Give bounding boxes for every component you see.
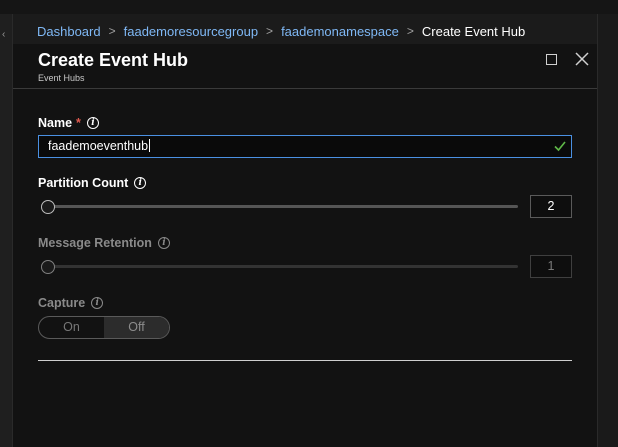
partition-count-label: Partition Count [38,176,129,190]
maximize-icon[interactable] [546,54,557,65]
name-input-value: faademoeventhub [48,139,149,153]
blade-header: Create Event Hub Event Hubs [13,44,597,89]
create-event-hub-blade: Create Event Hub Event Hubs Name * i faa… [13,44,597,447]
collapse-icon[interactable]: ‹ [2,29,5,40]
breadcrumb-dashboard[interactable]: Dashboard [37,24,101,39]
name-label: Name [38,116,73,130]
name-input[interactable]: faademoeventhub [38,135,572,158]
breadcrumb: Dashboard > faademoresourcegroup > faade… [13,14,597,48]
breadcrumb-namespace[interactable]: faademonamespace [281,24,399,39]
breadcrumb-resource-group[interactable]: faademoresourcegroup [124,24,258,39]
capture-toggle-on: On [63,320,80,334]
info-icon[interactable]: i [86,117,99,129]
message-retention-label: Message Retention [38,236,152,250]
chevron-right-icon: > [266,24,274,38]
name-label-row: Name * i [38,116,99,130]
capture-toggle-off: Off [104,317,169,338]
message-retention-slider-thumb [41,260,55,274]
message-retention-value: 1 [530,255,572,278]
top-strip [0,0,618,14]
info-icon[interactable]: i [157,237,170,249]
capture-label: Capture [38,296,86,310]
section-divider [38,360,572,361]
text-caret [149,139,151,152]
message-retention-label-row: Message Retention i [38,236,170,250]
breadcrumb-current: Create Event Hub [421,23,526,39]
required-mark: * [76,116,81,130]
partition-count-slider-thumb[interactable] [41,200,55,214]
partition-count-value[interactable]: 2 [530,195,572,218]
info-icon[interactable]: i [91,297,104,309]
info-icon[interactable]: i [134,177,147,189]
left-gutter: ‹ [0,14,13,447]
partition-count-label-row: Partition Count i [38,176,147,190]
check-icon [554,141,566,152]
chevron-right-icon: > [108,24,116,38]
blade-title: Create Event Hub [38,50,189,70]
blade-subtitle: Event Hubs [38,73,85,83]
right-gutter [597,14,618,447]
partition-count-slider[interactable] [48,205,518,208]
close-icon[interactable] [573,50,591,68]
capture-label-row: Capture i [38,296,104,310]
message-retention-slider [48,265,518,268]
capture-toggle: On Off [38,316,170,339]
chevron-right-icon: > [406,24,414,38]
